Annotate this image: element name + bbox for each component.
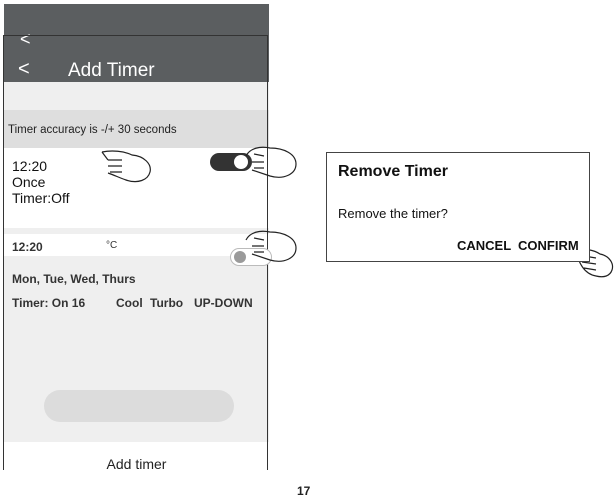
blank-button[interactable] — [44, 390, 234, 422]
remove-timer-dialog: Remove Timer Remove the timer? CANCEL CO… — [326, 152, 590, 262]
add-timer-button[interactable]: Add timer — [4, 456, 269, 470]
timer-swing: UP-DOWN — [194, 296, 253, 310]
temperature-unit: °C — [106, 240, 118, 251]
timer-days: Mon, Tue, Wed, Thurs — [12, 272, 136, 286]
back-arrow-icon[interactable]: < — [20, 30, 31, 48]
header-bar: < < Add Timer — [4, 4, 269, 82]
confirm-button[interactable]: CONFIRM — [518, 238, 579, 253]
timer-mode: Cool — [116, 296, 143, 310]
timer-setting: Timer: On 16 — [12, 296, 86, 310]
dialog-title: Remove Timer — [338, 163, 448, 180]
timer-time: 12:20 — [12, 240, 43, 254]
dialog-message: Remove the timer? — [338, 206, 448, 221]
timer-time: 12:20 — [12, 158, 48, 174]
timer-fan: Turbo — [150, 296, 184, 310]
back-button[interactable]: < — [18, 59, 30, 79]
phone-screen: < < Add Timer Timer accuracy is -/+ 30 s… — [4, 4, 269, 470]
pointing-hand-icon — [101, 150, 151, 183]
timer-status: Timer:Off — [12, 190, 70, 206]
page-title: Add Timer — [68, 60, 155, 81]
add-timer-bar[interactable]: Add timer — [4, 442, 269, 470]
timer-repeat: Once — [12, 174, 46, 190]
cancel-button[interactable]: CANCEL — [457, 238, 511, 253]
pointing-hand-icon — [245, 146, 297, 178]
page-number: 17 — [297, 484, 311, 498]
pointing-hand-icon — [245, 230, 297, 262]
accuracy-text: Timer accuracy is -/+ 30 seconds — [8, 124, 177, 136]
timer-card-header — [4, 234, 269, 256]
